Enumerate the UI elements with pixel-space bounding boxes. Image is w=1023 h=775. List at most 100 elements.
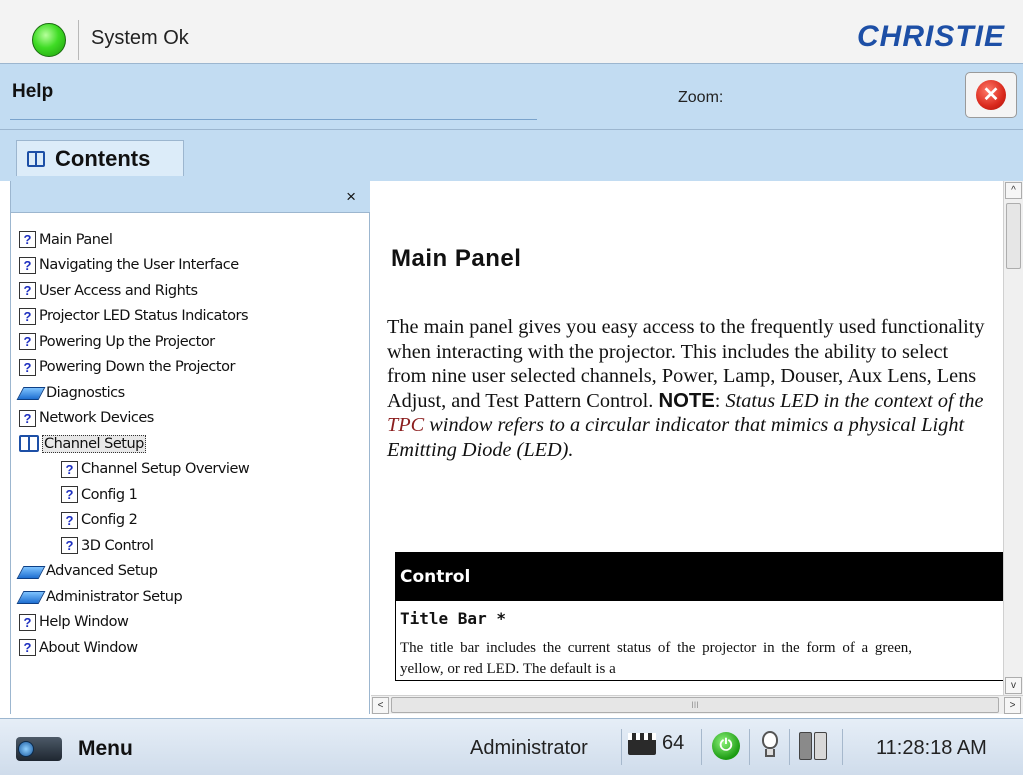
- zoom-label: Zoom:: [678, 89, 724, 106]
- scroll-thumb[interactable]: [1006, 203, 1021, 269]
- toc-item[interactable]: ? Powering Up the Projector: [19, 329, 249, 355]
- scroll-thumb[interactable]: III: [391, 697, 999, 713]
- tab-bar: Contents: [0, 129, 1023, 181]
- scroll-right-icon[interactable]: >: [1004, 697, 1021, 714]
- toc-item-label: Powering Up the Projector: [39, 333, 215, 350]
- connection-icon[interactable]: [796, 729, 830, 763]
- doc-heading: Main Panel: [391, 245, 522, 272]
- toc-item[interactable]: ? Main Panel: [19, 227, 249, 253]
- toc-item[interactable]: ? Projector LED Status Indicators: [19, 304, 249, 330]
- channel-number: 64: [662, 732, 685, 754]
- table-header: Control: [396, 553, 1003, 601]
- status-led-icon: [32, 23, 66, 57]
- close-pane-button[interactable]: ×: [346, 187, 356, 207]
- tab-contents[interactable]: Contents: [16, 140, 184, 176]
- help-page-icon: ?: [61, 460, 78, 478]
- power-icon[interactable]: ⏻: [712, 732, 740, 760]
- divider: [10, 119, 537, 120]
- toc-item-label: Config 2: [81, 512, 138, 529]
- help-header: Help Zoom: ✕: [0, 63, 1023, 129]
- toc-item-label: 3D Control: [81, 537, 154, 554]
- book-closed-icon: [19, 564, 43, 579]
- toc-item-label: Channel Setup Overview: [81, 461, 250, 478]
- toc-item[interactable]: ? Channel Setup Overview: [61, 457, 250, 483]
- help-page-icon: ?: [19, 409, 36, 427]
- note-text: Status LED in the context of the: [725, 389, 984, 412]
- toc-item[interactable]: ? 3D Control: [61, 533, 249, 559]
- menu-button[interactable]: Menu: [14, 728, 164, 770]
- doc-paragraph: The main panel gives you easy access to …: [387, 315, 987, 462]
- horizontal-scrollbar[interactable]: < III >: [371, 695, 1023, 714]
- tpc-link[interactable]: TPC: [387, 414, 424, 436]
- toc-item[interactable]: ? User Access and Rights: [19, 278, 249, 304]
- toc-item[interactable]: ? About Window: [19, 635, 249, 661]
- toc-item[interactable]: ? Config 2: [61, 508, 249, 534]
- clapperboard-icon: [628, 732, 656, 755]
- vertical-scrollbar[interactable]: ^ v: [1003, 181, 1023, 695]
- toc-item-label: Powering Down the Projector: [39, 359, 235, 376]
- divider: [78, 20, 79, 60]
- toc-item[interactable]: ? Config 1: [61, 482, 249, 508]
- toc-item-label: Administrator Setup: [46, 588, 183, 605]
- divider: [621, 729, 622, 765]
- help-content: Main Panel The main panel gives you easy…: [371, 181, 1023, 714]
- help-page-icon: ?: [19, 358, 36, 376]
- toc-item-label: User Access and Rights: [39, 282, 198, 299]
- help-page-icon: ?: [19, 333, 36, 351]
- help-page-icon: ?: [19, 307, 36, 325]
- toc-item[interactable]: ? Network Devices: [19, 406, 249, 432]
- help-page-icon: ?: [19, 231, 36, 249]
- channel-indicator[interactable]: 64: [628, 732, 684, 755]
- toc-item-label: Network Devices: [39, 410, 154, 427]
- toc-item-label: Navigating the User Interface: [39, 257, 239, 274]
- toc-item[interactable]: ? Help Window: [19, 610, 249, 636]
- control-table: Control Title Bar * The title bar includ…: [395, 552, 1004, 681]
- book-open-icon: [19, 435, 39, 453]
- tab-label: Contents: [55, 145, 151, 171]
- divider: [749, 729, 750, 765]
- toc-item-label: Main Panel: [39, 231, 113, 248]
- close-icon: ✕: [976, 80, 1006, 110]
- toc-item[interactable]: Channel Setup: [19, 431, 249, 457]
- table-row-title: Title Bar *: [400, 609, 506, 628]
- projector-icon: [14, 731, 66, 767]
- scroll-left-icon[interactable]: <: [372, 697, 389, 714]
- help-page-icon: ?: [19, 613, 36, 631]
- help-page-icon: ?: [61, 486, 78, 504]
- toc-item[interactable]: Diagnostics: [19, 380, 249, 406]
- help-page-icon: ?: [19, 256, 36, 274]
- toc-item[interactable]: Advanced Setup: [19, 559, 249, 585]
- toc-item[interactable]: ? Navigating the User Interface: [19, 253, 249, 279]
- divider: [701, 729, 702, 765]
- toc-item-label: Help Window: [39, 614, 129, 631]
- scroll-up-icon[interactable]: ^: [1005, 182, 1022, 199]
- clock: 11:28:18 AM: [876, 737, 987, 759]
- divider: [789, 729, 790, 765]
- note-label: NOTE: [658, 389, 715, 412]
- note-text-continued: window refers to a circular indicator th…: [387, 414, 965, 461]
- toc-item-label: Channel Setup: [42, 434, 146, 453]
- book-closed-icon: [19, 385, 43, 400]
- table-row-description: The title bar includes the current statu…: [400, 640, 912, 677]
- book-closed-icon: [19, 589, 43, 604]
- toc-item-label: Projector LED Status Indicators: [39, 308, 249, 325]
- toc-item-label: Advanced Setup: [46, 563, 158, 580]
- help-page-icon: ?: [19, 282, 36, 300]
- status-text: System Ok: [91, 27, 189, 49]
- scroll-down-icon[interactable]: v: [1005, 677, 1022, 694]
- contents-panel: × ? Main Panel? Navigating the User Interf…: [10, 181, 370, 714]
- lamp-icon[interactable]: [760, 731, 780, 761]
- toc-item[interactable]: ? Powering Down the Projector: [19, 355, 249, 381]
- help-page-icon: ?: [61, 511, 78, 529]
- book-open-icon: [27, 150, 45, 167]
- toc-item[interactable]: Administrator Setup: [19, 584, 249, 610]
- menu-label: Menu: [78, 737, 133, 760]
- user-role[interactable]: Administrator: [470, 737, 588, 760]
- title-bar: System Ok CHRISTIE: [0, 0, 1023, 63]
- brand-logo: CHRISTIE: [856, 20, 1005, 53]
- close-button[interactable]: ✕: [965, 72, 1017, 118]
- help-page-icon: ?: [61, 537, 78, 555]
- page-title: Help: [12, 81, 54, 102]
- divider: [842, 729, 843, 765]
- help-page-icon: ?: [19, 639, 36, 657]
